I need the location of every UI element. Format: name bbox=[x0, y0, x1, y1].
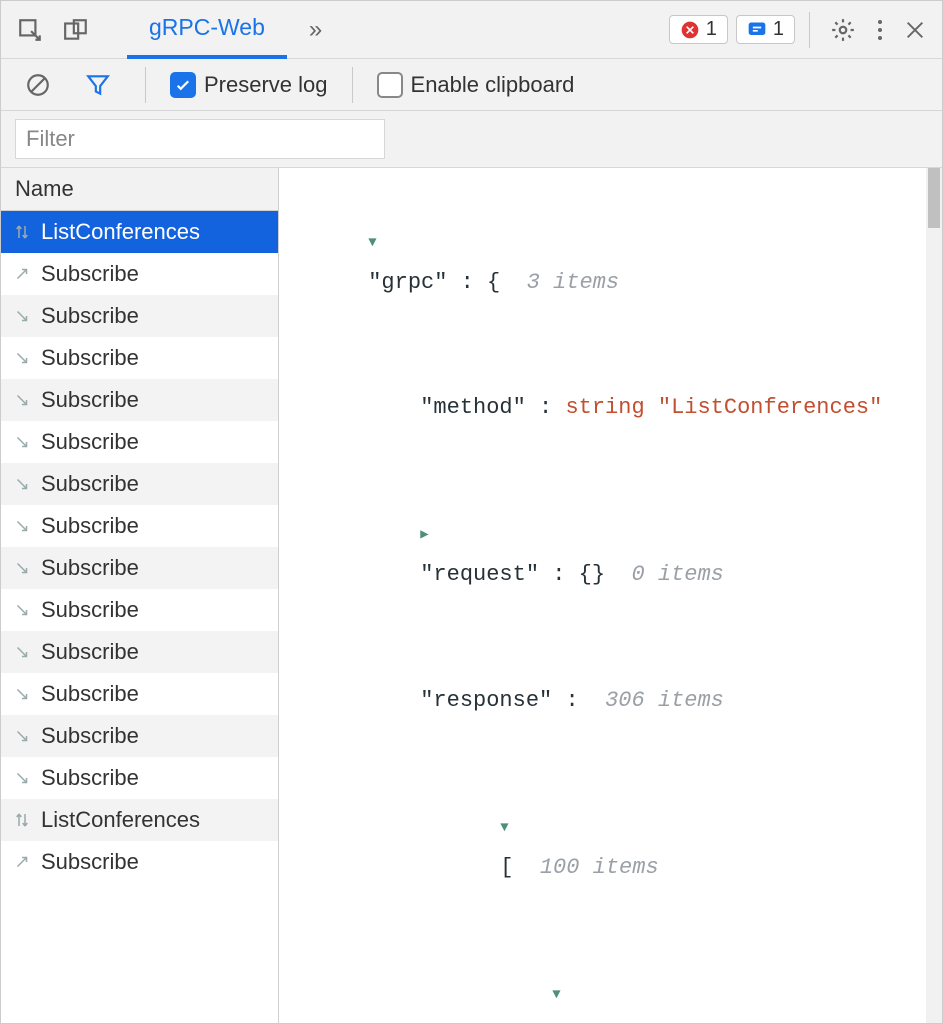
messages-pill[interactable]: 1 bbox=[736, 15, 795, 44]
separator bbox=[145, 67, 146, 103]
list-item-label: Subscribe bbox=[41, 639, 139, 665]
arrow-icon bbox=[11, 643, 33, 661]
arrow-icon bbox=[11, 559, 33, 577]
list-item-label: Subscribe bbox=[41, 261, 139, 287]
list-item-label: Subscribe bbox=[41, 345, 139, 371]
list-item[interactable]: Subscribe bbox=[1, 421, 278, 463]
arrow-icon bbox=[11, 727, 33, 745]
list-item[interactable]: Subscribe bbox=[1, 337, 278, 379]
chevron-down-icon[interactable] bbox=[500, 805, 518, 847]
arrow-icon bbox=[11, 811, 33, 829]
filter-bar bbox=[1, 111, 942, 168]
list-item[interactable]: Subscribe bbox=[1, 253, 278, 295]
arrow-icon bbox=[11, 349, 33, 367]
arrow-icon bbox=[11, 391, 33, 409]
list-item[interactable]: Subscribe bbox=[1, 589, 278, 631]
list-item-label: Subscribe bbox=[41, 681, 139, 707]
details-pane: "grpc" : { 3 items "method" : string "Li… bbox=[279, 168, 942, 1023]
arrow-icon bbox=[11, 601, 33, 619]
main-toolbar: gRPC-Web » 1 1 bbox=[1, 1, 942, 59]
message-icon bbox=[747, 20, 767, 40]
separator bbox=[809, 12, 810, 48]
scrollbar[interactable] bbox=[926, 168, 942, 1023]
list-item[interactable]: Subscribe bbox=[1, 631, 278, 673]
errors-count: 1 bbox=[706, 18, 717, 41]
list-header-name: Name bbox=[1, 168, 278, 211]
enable-clipboard-label: Enable clipboard bbox=[411, 72, 575, 98]
tree-index-0[interactable]: 0 : { 5 items bbox=[289, 930, 938, 1023]
arrow-icon bbox=[11, 475, 33, 493]
list-item-label: Subscribe bbox=[41, 849, 139, 875]
checkbox-checked-icon bbox=[170, 72, 196, 98]
chevron-down-icon[interactable] bbox=[552, 972, 570, 1014]
list-item[interactable]: Subscribe bbox=[1, 757, 278, 799]
tree-array[interactable]: [ 100 items bbox=[289, 763, 938, 930]
tab-grpc-web[interactable]: gRPC-Web bbox=[127, 1, 287, 59]
list-item[interactable]: Subscribe bbox=[1, 841, 278, 883]
list-item-label: Subscribe bbox=[41, 429, 139, 455]
device-toggle-icon[interactable] bbox=[53, 11, 99, 49]
list-item[interactable]: Subscribe bbox=[1, 379, 278, 421]
list-item[interactable]: Subscribe bbox=[1, 463, 278, 505]
list-item[interactable]: Subscribe bbox=[1, 673, 278, 715]
arrow-icon bbox=[11, 223, 33, 241]
preserve-log-toggle[interactable]: Preserve log bbox=[170, 72, 328, 98]
arrow-icon bbox=[11, 517, 33, 535]
list-item-label: Subscribe bbox=[41, 387, 139, 413]
stop-icon[interactable] bbox=[15, 66, 61, 104]
request-list: Name ListConferences Subscribe Subscribe Su… bbox=[1, 168, 279, 1023]
tabs-overflow-icon[interactable]: » bbox=[299, 10, 332, 50]
arrow-icon bbox=[11, 853, 33, 871]
chevron-down-icon[interactable] bbox=[368, 220, 386, 262]
arrow-icon bbox=[11, 265, 33, 283]
list-item[interactable]: Subscribe bbox=[1, 295, 278, 337]
arrow-icon bbox=[11, 433, 33, 451]
scrollbar-thumb[interactable] bbox=[928, 168, 940, 228]
tree-method[interactable]: "method" : string "ListConferences" bbox=[289, 345, 938, 470]
kebab-icon[interactable] bbox=[866, 11, 894, 49]
funnel-icon[interactable] bbox=[75, 66, 121, 104]
list-item-label: Subscribe bbox=[41, 303, 139, 329]
arrow-icon bbox=[11, 307, 33, 325]
tree-root[interactable]: "grpc" : { 3 items bbox=[289, 178, 938, 345]
list-item-label: ListConferences bbox=[41, 807, 200, 833]
list-item-label: Subscribe bbox=[41, 597, 139, 623]
list-item[interactable]: Subscribe bbox=[1, 505, 278, 547]
list-item[interactable]: ListConferences bbox=[1, 799, 278, 841]
separator bbox=[352, 67, 353, 103]
error-icon bbox=[680, 20, 700, 40]
list-item[interactable]: ListConferences bbox=[1, 211, 278, 253]
checkbox-unchecked-icon bbox=[377, 72, 403, 98]
messages-count: 1 bbox=[773, 18, 784, 41]
list-item-label: Subscribe bbox=[41, 471, 139, 497]
enable-clipboard-toggle[interactable]: Enable clipboard bbox=[377, 72, 575, 98]
filter-toolbar: Preserve log Enable clipboard bbox=[1, 59, 942, 111]
arrow-icon bbox=[11, 769, 33, 787]
errors-pill[interactable]: 1 bbox=[669, 15, 728, 44]
chevron-right-icon[interactable] bbox=[420, 512, 438, 554]
list-item-label: ListConferences bbox=[41, 219, 200, 245]
gear-icon[interactable] bbox=[820, 11, 866, 49]
arrow-icon bbox=[11, 685, 33, 703]
main-split: Name ListConferences Subscribe Subscribe Su… bbox=[1, 168, 942, 1023]
list-item-label: Subscribe bbox=[41, 723, 139, 749]
list-item-label: Subscribe bbox=[41, 765, 139, 791]
filter-input[interactable] bbox=[15, 119, 385, 159]
close-icon[interactable] bbox=[894, 13, 936, 47]
select-element-icon[interactable] bbox=[7, 11, 53, 49]
preserve-log-label: Preserve log bbox=[204, 72, 328, 98]
list-item-label: Subscribe bbox=[41, 555, 139, 581]
list-item-label: Subscribe bbox=[41, 513, 139, 539]
tree-response[interactable]: "response" : 306 items bbox=[289, 638, 938, 763]
list-item[interactable]: Subscribe bbox=[1, 547, 278, 589]
tree-request[interactable]: "request" : {} 0 items bbox=[289, 471, 938, 638]
list-item[interactable]: Subscribe bbox=[1, 715, 278, 757]
